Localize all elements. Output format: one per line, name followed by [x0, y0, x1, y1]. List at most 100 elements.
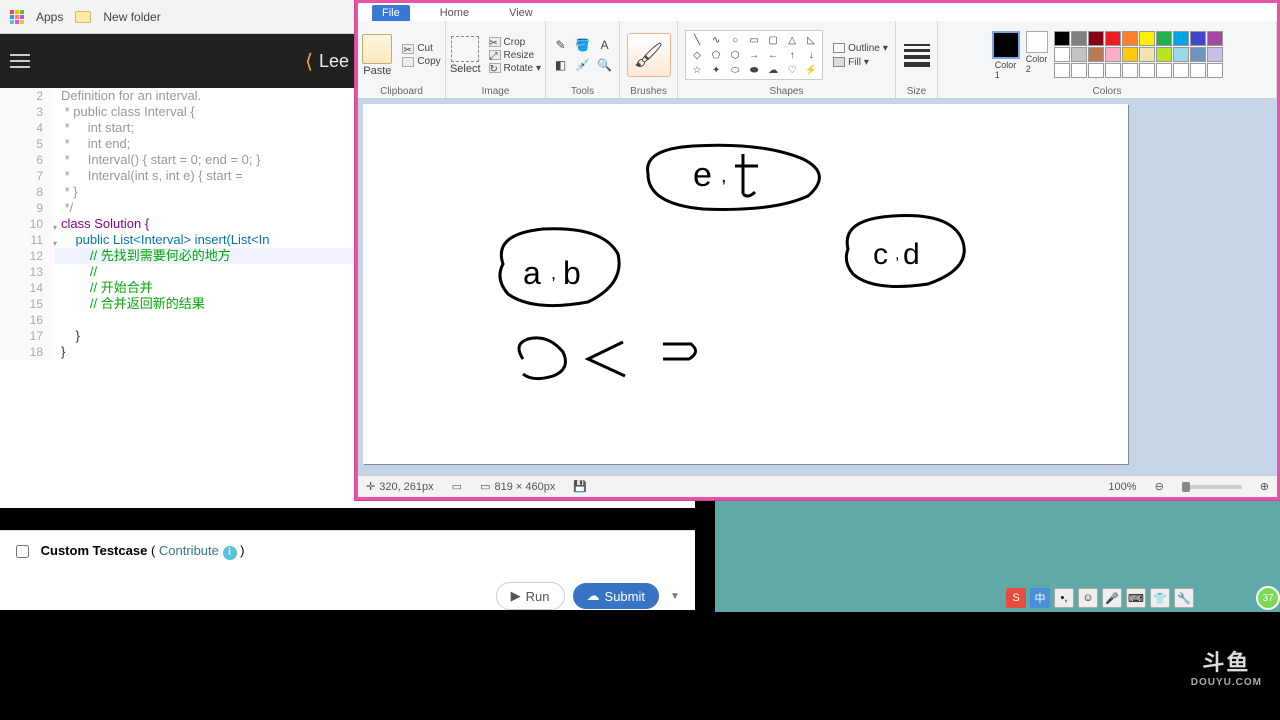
- palette-swatch[interactable]: [1088, 63, 1104, 78]
- custom-testcase-label: Custom Testcase: [41, 543, 148, 558]
- color-palette[interactable]: [1054, 31, 1223, 78]
- tab-file[interactable]: File: [372, 5, 410, 21]
- tools-group: ✎ 🪣 A ◧ 💉 🔍 Tools: [546, 21, 620, 98]
- rotate-button[interactable]: ↻Rotate ▾: [489, 63, 542, 74]
- color1-swatch: [992, 31, 1020, 59]
- palette-swatch[interactable]: [1156, 31, 1172, 46]
- palette-swatch[interactable]: [1054, 31, 1070, 46]
- size-button[interactable]: [904, 44, 930, 67]
- select-button[interactable]: Select: [450, 36, 481, 75]
- copy-icon: [402, 57, 414, 67]
- brushes-button[interactable]: 🖌: [627, 33, 671, 77]
- palette-swatch[interactable]: [1105, 31, 1121, 46]
- outline-button[interactable]: Outline ▾: [833, 43, 888, 54]
- paint-tabs: File Home View: [358, 3, 1277, 21]
- pencil-tool[interactable]: ✎: [551, 36, 571, 54]
- leetcode-logo[interactable]: ⟨Lee: [305, 49, 355, 74]
- color2-button[interactable]: Color 2: [1026, 31, 1048, 74]
- palette-swatch[interactable]: [1173, 63, 1189, 78]
- colors-group: Color 1 Color 2 Colors: [938, 21, 1277, 98]
- palette-swatch[interactable]: [1054, 63, 1070, 78]
- color2-swatch: [1026, 31, 1048, 53]
- select-icon: [451, 36, 479, 62]
- palette-swatch[interactable]: [1173, 47, 1189, 62]
- paint-window: File Home View Paste ✂Cut Copy Clipboard: [355, 0, 1280, 500]
- palette-swatch[interactable]: [1207, 31, 1223, 46]
- ime-keyboard-button[interactable]: ⌨: [1126, 588, 1146, 608]
- apps-label[interactable]: Apps: [36, 10, 63, 24]
- selection-size: ▭: [452, 480, 462, 493]
- palette-swatch[interactable]: [1122, 31, 1138, 46]
- palette-swatch[interactable]: [1139, 47, 1155, 62]
- ime-skin-button[interactable]: 👕: [1150, 588, 1170, 608]
- apps-icon[interactable]: [10, 10, 24, 24]
- shape-gallery[interactable]: ╲∿○▭▢△◺ ◇⬠⬡→←↑↓ ☆✦⬭⬬☁♡⚡: [685, 30, 823, 80]
- palette-swatch[interactable]: [1156, 47, 1172, 62]
- submit-button[interactable]: ☁ Submit: [573, 583, 659, 609]
- palette-swatch[interactable]: [1122, 63, 1138, 78]
- leetcode-logo-text: Lee: [319, 51, 349, 72]
- canvas[interactable]: e , a , b c , d: [363, 104, 1128, 464]
- palette-swatch[interactable]: [1071, 63, 1087, 78]
- palette-swatch[interactable]: [1173, 31, 1189, 46]
- paint-statusbar: ✛320, 261px ▭ ▭819 × 460px 💾 100% ⊖ ⊕: [358, 475, 1277, 497]
- cut-button[interactable]: ✂Cut: [402, 43, 440, 54]
- palette-swatch[interactable]: [1105, 63, 1121, 78]
- svg-text:b: b: [563, 255, 581, 291]
- sogou-icon[interactable]: S: [1006, 588, 1026, 608]
- eraser-tool[interactable]: ◧: [551, 56, 571, 74]
- svg-text:d: d: [903, 238, 920, 271]
- ime-mic-button[interactable]: 🎤: [1102, 588, 1122, 608]
- ime-lang-button[interactable]: 中: [1030, 588, 1050, 608]
- palette-swatch[interactable]: [1122, 47, 1138, 62]
- ime-emoji-button[interactable]: ☺: [1078, 588, 1098, 608]
- crop-icon: ✂: [489, 37, 501, 47]
- palette-swatch[interactable]: [1088, 31, 1104, 46]
- zoom-slider[interactable]: [1182, 485, 1242, 489]
- size-icon: [904, 44, 930, 67]
- palette-swatch[interactable]: [1139, 63, 1155, 78]
- palette-swatch[interactable]: [1071, 31, 1087, 46]
- level-badge[interactable]: 37: [1256, 586, 1280, 610]
- fill-button[interactable]: Fill ▾: [833, 57, 888, 68]
- picker-tool[interactable]: 💉: [573, 56, 593, 74]
- color1-button[interactable]: Color 1: [992, 31, 1020, 80]
- clipboard-icon: [362, 34, 392, 64]
- text-tool[interactable]: A: [595, 36, 615, 54]
- contribute-link[interactable]: Contribute i: [159, 543, 237, 558]
- submit-dropdown[interactable]: ▼: [667, 591, 683, 602]
- bucket-tool[interactable]: 🪣: [573, 36, 593, 54]
- run-button[interactable]: ▶ Run: [496, 582, 565, 610]
- zoom-out-button[interactable]: ⊖: [1155, 480, 1164, 493]
- palette-swatch[interactable]: [1190, 47, 1206, 62]
- magnifier-tool[interactable]: 🔍: [595, 56, 615, 74]
- custom-testcase-checkbox[interactable]: [16, 545, 29, 558]
- custom-testcase-panel: Custom Testcase ( Contribute i ) ▶ Run ☁…: [0, 530, 695, 610]
- palette-swatch[interactable]: [1207, 47, 1223, 62]
- svg-text:c: c: [873, 238, 888, 271]
- palette-swatch[interactable]: [1139, 31, 1155, 46]
- palette-swatch[interactable]: [1207, 63, 1223, 78]
- clipboard-group: Paste ✂Cut Copy Clipboard: [358, 21, 446, 98]
- copy-button[interactable]: Copy: [402, 56, 440, 67]
- leetcode-header: ⟨Lee: [0, 34, 355, 88]
- tab-home[interactable]: Home: [430, 5, 479, 21]
- palette-swatch[interactable]: [1088, 47, 1104, 62]
- resize-icon: ⤢: [489, 50, 501, 60]
- crop-button[interactable]: ✂Crop: [489, 37, 542, 48]
- palette-swatch[interactable]: [1190, 31, 1206, 46]
- resize-button[interactable]: ⤢Resize: [489, 50, 542, 61]
- palette-swatch[interactable]: [1105, 47, 1121, 62]
- paste-button[interactable]: Paste: [362, 34, 392, 77]
- tab-view[interactable]: View: [499, 5, 543, 21]
- zoom-in-button[interactable]: ⊕: [1260, 480, 1269, 493]
- newfolder-label[interactable]: New folder: [103, 10, 160, 24]
- ime-punct-button[interactable]: •,: [1054, 588, 1074, 608]
- palette-swatch[interactable]: [1156, 63, 1172, 78]
- folder-icon[interactable]: [75, 11, 91, 23]
- palette-swatch[interactable]: [1190, 63, 1206, 78]
- hamburger-icon[interactable]: [0, 34, 40, 88]
- palette-swatch[interactable]: [1054, 47, 1070, 62]
- palette-swatch[interactable]: [1071, 47, 1087, 62]
- ime-tool-button[interactable]: 🔧: [1174, 588, 1194, 608]
